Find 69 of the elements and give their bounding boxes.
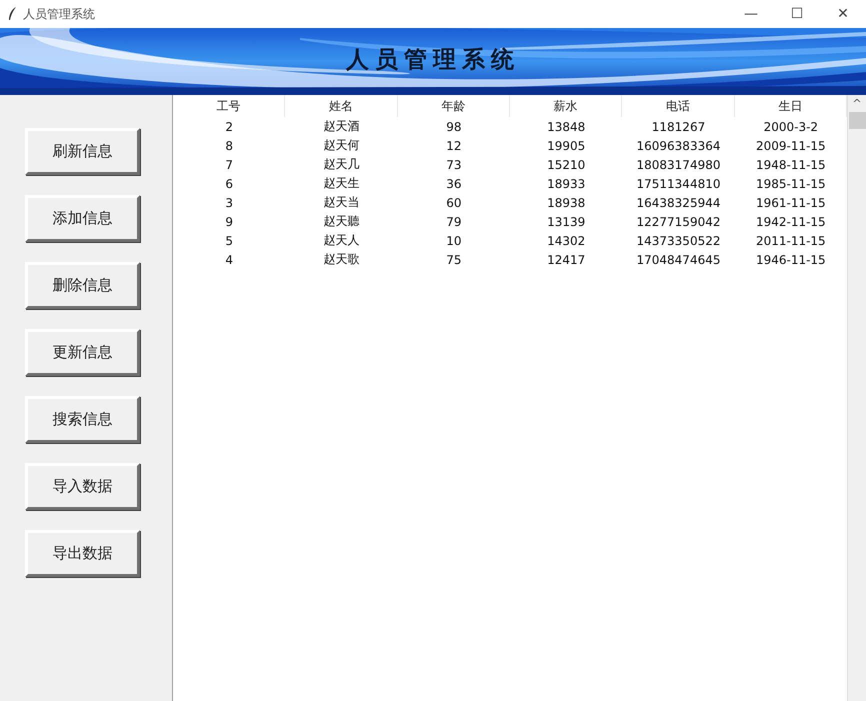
window-title: 人员管理系统 (23, 6, 95, 22)
action-button[interactable]: 导入数据 (25, 463, 140, 510)
table-cell-text: 赵天歌 (322, 251, 360, 268)
table-cell-text: 16438325944 (636, 194, 722, 212)
table-cell-text: 18933 (546, 176, 586, 192)
table-cell-text: 9 (224, 214, 234, 230)
table-cell-text: 赵天几 (322, 156, 360, 173)
scroll-thumb[interactable] (848, 112, 866, 129)
column-header[interactable]: 姓名 (285, 95, 398, 117)
action-button[interactable]: 添加信息 (25, 195, 140, 242)
action-button[interactable]: 导出数据 (25, 530, 140, 577)
table-cell-text: 15210 (546, 156, 586, 174)
table-cell-text: 5 (224, 232, 234, 250)
table-cell-text: 2009-11-15 (754, 138, 827, 154)
scrollbar[interactable]: ^ (847, 95, 866, 701)
table-cell-text: 4 (224, 252, 234, 268)
banner-title: 人员管理系统 (344, 45, 521, 75)
table-cell-text: 17511344810 (636, 176, 722, 192)
table-cell-text: 1961-11-15 (754, 194, 827, 212)
table-cell-text: 1946-11-15 (754, 252, 827, 268)
table-cell-text: 12 (445, 138, 462, 154)
table-cell-text: 赵天当 (322, 194, 360, 211)
column-header[interactable]: 年龄 (398, 95, 510, 117)
maximize-button[interactable]: ☐ (774, 6, 820, 22)
action-button[interactable]: 搜索信息 (25, 396, 140, 443)
table-cell-text: 16096383364 (636, 138, 722, 154)
column-header[interactable]: 工号 (173, 95, 286, 117)
table-cell-text: 10 (445, 232, 462, 250)
table-cell-text: 18938 (546, 194, 586, 212)
table-cell-text: 1181267 (650, 118, 706, 136)
column-header[interactable]: 薪水 (510, 95, 622, 117)
table-cell-text: 12277159042 (636, 214, 722, 230)
table-cell-text: 2000-3-2 (762, 118, 820, 136)
table-cell-text: 19905 (546, 138, 586, 154)
table-cell-text: 14373350522 (636, 232, 722, 250)
table-cell-text: 98 (445, 118, 462, 136)
close-button[interactable]: ✕ (820, 6, 866, 22)
action-button[interactable]: 刷新信息 (25, 128, 140, 175)
table-cell-text: 8 (224, 138, 234, 154)
action-button[interactable]: 删除信息 (25, 262, 140, 309)
table-cell-text: 75 (445, 252, 462, 268)
table-cell-text: 3 (224, 194, 234, 212)
table-cell-text: 1942-11-15 (754, 214, 827, 230)
minimize-button[interactable]: — (728, 6, 774, 22)
table-cell-text: 2011-11-15 (754, 232, 827, 250)
table-cell-text: 13848 (546, 118, 586, 136)
table-cell-text: 2 (224, 118, 234, 136)
table-cell-text: 6 (224, 176, 234, 192)
table-cell-text: 1985-11-15 (754, 176, 827, 192)
table-cell-text: 14302 (546, 232, 586, 250)
scroll-up-button[interactable]: ^ (852, 95, 862, 112)
action-button[interactable]: 更新信息 (25, 329, 140, 376)
table-cell-text: 1948-11-15 (754, 156, 827, 174)
table-cell-text: 赵天生 (322, 175, 360, 192)
table-cell-text: 79 (445, 214, 462, 230)
table-cell-text: 赵天聽 (322, 213, 360, 230)
table-cell-text: 赵天人 (322, 232, 360, 249)
table-cell-text: 73 (445, 156, 462, 174)
table-cell-text: 赵天何 (322, 137, 360, 154)
table-cell-text: 17048474645 (636, 252, 722, 268)
table-cell-text: 赵天酒 (322, 118, 360, 135)
table-cell-text: 13139 (546, 214, 586, 230)
table-cell-text: 12417 (546, 252, 586, 268)
column-header[interactable]: 电话 (622, 95, 735, 117)
table-cell-text: 60 (445, 194, 462, 212)
table-cell-text: 7 (224, 156, 234, 174)
table-cell-text: 18083174980 (636, 156, 722, 174)
feather-icon (8, 7, 17, 21)
table-cell-text: 36 (445, 176, 462, 192)
